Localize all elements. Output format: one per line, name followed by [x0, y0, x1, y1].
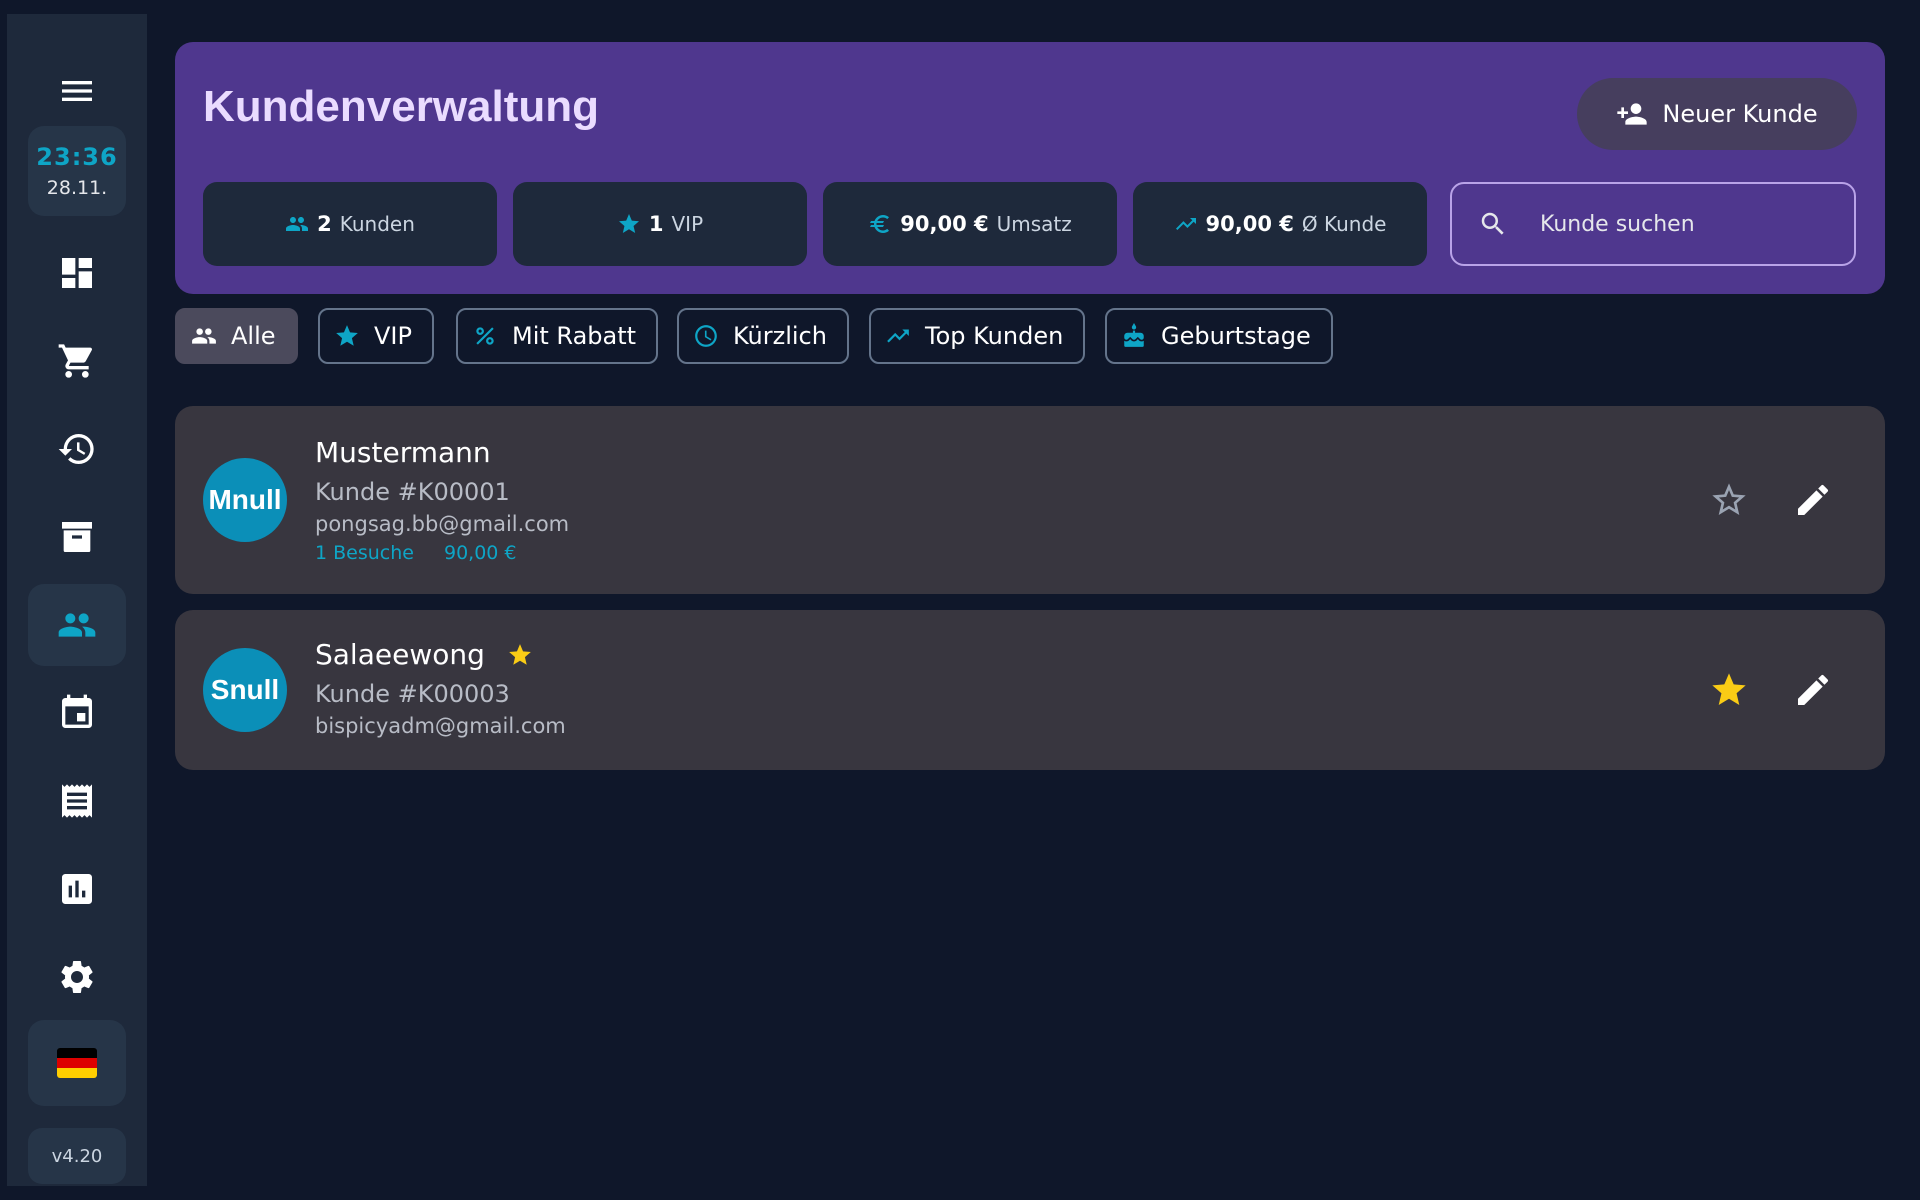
sidebar-item-archive[interactable]	[28, 496, 126, 578]
settings-icon	[61, 961, 93, 993]
edit-icon	[1798, 674, 1829, 705]
sidebar: 23:36 28.11. v4.20	[7, 14, 147, 1186]
customer-name-text: Salaeewong	[315, 638, 485, 671]
customer-search[interactable]	[1450, 182, 1856, 266]
stat-label: Ø Kunde	[1301, 212, 1387, 236]
sidebar-item-history[interactable]	[28, 408, 126, 490]
filter-label: Mit Rabatt	[512, 322, 637, 350]
search-icon	[1481, 212, 1504, 235]
clock: 23:36 28.11.	[28, 126, 126, 216]
filter-recent[interactable]: Kürzlich	[677, 308, 849, 364]
customer-revenue: 90,00 €	[443, 542, 517, 564]
edit-customer-button[interactable]	[1789, 666, 1837, 714]
clock-time: 23:36	[36, 143, 118, 171]
history-icon	[58, 434, 94, 464]
vip-star-icon	[509, 643, 531, 665]
filter-label: Kürzlich	[733, 322, 827, 350]
menu-button[interactable]	[28, 46, 126, 136]
filter-top-customers[interactable]: Top Kunden	[869, 308, 1086, 364]
customer-number: Kunde #K00001	[315, 478, 510, 506]
receipt-icon	[62, 784, 92, 818]
stat-avg-customer: 90,00 € Ø Kunde	[1133, 182, 1427, 266]
avatar: Mnull	[203, 458, 287, 542]
sidebar-item-cart[interactable]	[28, 320, 126, 402]
search-input[interactable]	[1540, 211, 1840, 237]
euro-icon	[870, 215, 890, 233]
customer-email: bispicyadm@gmail.com	[315, 714, 566, 738]
toggle-vip-button[interactable]	[1705, 666, 1753, 714]
language-button[interactable]	[28, 1020, 126, 1106]
archive-icon	[62, 522, 92, 552]
page-header: Kundenverwaltung Neuer Kunde 2 Kunden 1 …	[175, 42, 1885, 294]
customer-name: Salaeewong	[315, 638, 533, 671]
new-customer-button[interactable]: Neuer Kunde	[1577, 78, 1857, 150]
menu-icon	[62, 81, 92, 101]
stat-vip: 1 VIP	[513, 182, 807, 266]
new-customer-label: Neuer Kunde	[1662, 100, 1818, 128]
customer-email: pongsag.bb@gmail.com	[315, 512, 570, 536]
star-outline-icon	[1712, 483, 1746, 515]
stat-value: 90,00 €	[900, 212, 989, 236]
filter-label: Alle	[231, 322, 276, 350]
filter-label: Geburtstage	[1161, 322, 1311, 350]
edit-icon	[1798, 484, 1829, 515]
de-flag-icon	[57, 1048, 97, 1078]
sidebar-item-calendar[interactable]	[28, 672, 126, 754]
stat-value: 1	[648, 212, 664, 236]
app-version: v4.20	[28, 1128, 126, 1184]
sidebar-item-settings[interactable]	[28, 936, 126, 1018]
sidebar-item-dashboard[interactable]	[28, 232, 126, 314]
page-title: Kundenverwaltung	[203, 82, 600, 131]
customer-name: Mustermann	[315, 436, 491, 469]
sidebar-item-reports[interactable]	[28, 848, 126, 930]
cart-icon	[58, 344, 93, 378]
customer-meta: 1 Besuche 90,00 €	[315, 542, 517, 564]
people-icon	[192, 328, 216, 344]
sidebar-item-receipts[interactable]	[28, 760, 126, 842]
customer-name-text: Mustermann	[315, 436, 491, 469]
trending-up-icon	[887, 329, 909, 343]
filter-birthdays[interactable]: Geburtstage	[1105, 308, 1333, 364]
edit-customer-button[interactable]	[1789, 476, 1837, 524]
stat-label: Kunden	[339, 212, 415, 236]
stat-label: Umsatz	[996, 212, 1072, 236]
customer-number: Kunde #K00003	[315, 680, 510, 708]
people-icon	[286, 217, 309, 231]
filter-all[interactable]: Alle	[175, 308, 298, 364]
reports-icon	[62, 874, 92, 904]
calendar-icon	[62, 694, 92, 728]
customer-visits: 1 Besuche	[315, 542, 414, 564]
star-icon	[1712, 673, 1746, 705]
customer-card[interactable]: Snull Salaeewong Kunde #K00003 bispicyad…	[175, 610, 1885, 770]
star-icon	[336, 325, 358, 346]
customers-icon	[58, 613, 96, 637]
dashboard-icon	[62, 258, 92, 288]
filter-label: Top Kunden	[925, 322, 1064, 350]
avatar: Snull	[203, 648, 287, 732]
stat-revenue: 90,00 € Umsatz	[823, 182, 1117, 266]
stat-customers: 2 Kunden	[203, 182, 497, 266]
stat-value: 90,00 €	[1205, 212, 1294, 236]
stat-value: 2	[317, 212, 332, 236]
trending-up-icon	[1175, 218, 1196, 230]
clock-icon	[695, 325, 717, 347]
clock-date: 28.11.	[46, 177, 108, 199]
filter-label: VIP	[374, 322, 412, 350]
filter-vip[interactable]: VIP	[318, 308, 434, 364]
customer-card[interactable]: Mnull Mustermann Kunde #K00001 pongsag.b…	[175, 406, 1885, 594]
cake-icon	[1124, 323, 1144, 347]
percent-icon	[476, 327, 494, 345]
sidebar-item-customers[interactable]	[28, 584, 126, 666]
filter-discount[interactable]: Mit Rabatt	[456, 308, 659, 364]
stat-label: VIP	[671, 212, 704, 236]
toggle-vip-button[interactable]	[1705, 476, 1753, 524]
person-add-icon	[1617, 103, 1648, 125]
star-icon	[618, 214, 639, 233]
